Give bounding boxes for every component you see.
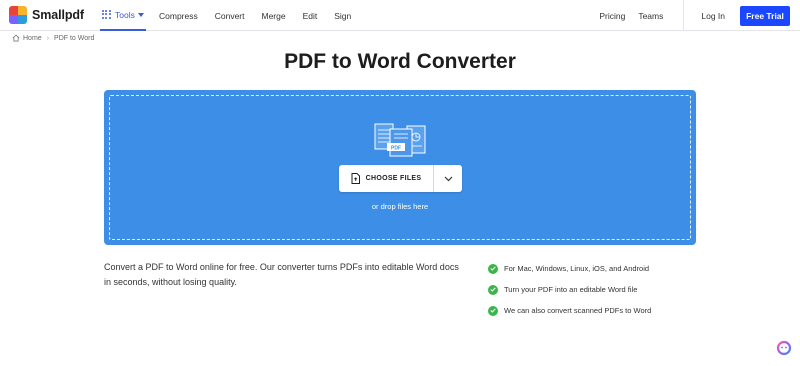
divider — [683, 0, 685, 31]
nav-link-compress[interactable]: Compress — [159, 11, 198, 21]
login-link[interactable]: Log In — [701, 11, 725, 21]
choose-files-button[interactable]: CHOOSE FILES — [339, 165, 433, 192]
logo-text: Smallpdf — [32, 8, 84, 22]
feature-text: We can also convert scanned PDFs to Word — [504, 306, 652, 315]
feature-item: For Mac, Windows, Linux, iOS, and Androi… — [488, 258, 651, 279]
logo[interactable]: Smallpdf — [9, 6, 84, 24]
feature-text: Turn your PDF into an editable Word file — [504, 285, 638, 294]
logo-icon — [9, 6, 27, 24]
nav-link-convert[interactable]: Convert — [215, 11, 245, 21]
nav-link-sign[interactable]: Sign — [334, 11, 351, 21]
page-title: PDF to Word Converter — [284, 50, 516, 73]
assistant-icon[interactable] — [776, 340, 792, 356]
breadcrumb: Home › PDF to Word — [12, 34, 94, 42]
nav-link-edit[interactable]: Edit — [303, 11, 318, 21]
file-upload-icon — [351, 173, 360, 184]
drop-hint: or drop files here — [371, 202, 429, 211]
home-icon — [12, 34, 20, 42]
nav-right: Pricing Teams Log In Free Trial — [599, 0, 800, 31]
feature-item: We can also convert scanned PDFs to Word — [488, 300, 651, 321]
feature-text: For Mac, Windows, Linux, iOS, and Androi… — [504, 264, 650, 273]
nav-link-merge[interactable]: Merge — [262, 11, 286, 21]
chevron-down-icon — [137, 12, 144, 17]
choose-files-label: CHOOSE FILES — [365, 175, 422, 182]
top-navigation: Smallpdf Tools Compress Convert Merge Ed… — [0, 0, 800, 31]
tools-label: Tools — [115, 9, 135, 20]
files-illustration-icon: PDF — [374, 123, 426, 157]
svg-text:PDF: PDF — [391, 145, 401, 151]
grid-icon — [102, 10, 111, 19]
choose-files-control: CHOOSE FILES — [339, 165, 462, 192]
check-circle-icon — [488, 284, 498, 295]
feature-list: For Mac, Windows, Linux, iOS, and Androi… — [488, 258, 651, 321]
description-text: Convert a PDF to Word online for free. O… — [104, 262, 459, 287]
breadcrumb-home[interactable]: Home — [23, 35, 42, 42]
upload-options-dropdown[interactable] — [434, 165, 462, 192]
check-circle-icon — [488, 305, 498, 316]
chevron-down-icon — [444, 176, 452, 181]
breadcrumb-current: PDF to Word — [54, 34, 95, 42]
free-trial-button[interactable]: Free Trial — [740, 5, 790, 26]
nav-link-pricing[interactable]: Pricing — [599, 11, 625, 21]
check-circle-icon — [488, 263, 498, 274]
nav-links: Compress Convert Merge Edit Sign — [159, 0, 368, 31]
tools-menu[interactable]: Tools — [100, 0, 146, 31]
feature-item: Turn your PDF into an editable Word file — [488, 279, 651, 300]
nav-link-teams[interactable]: Teams — [638, 11, 663, 21]
breadcrumb-separator: › — [46, 34, 50, 42]
